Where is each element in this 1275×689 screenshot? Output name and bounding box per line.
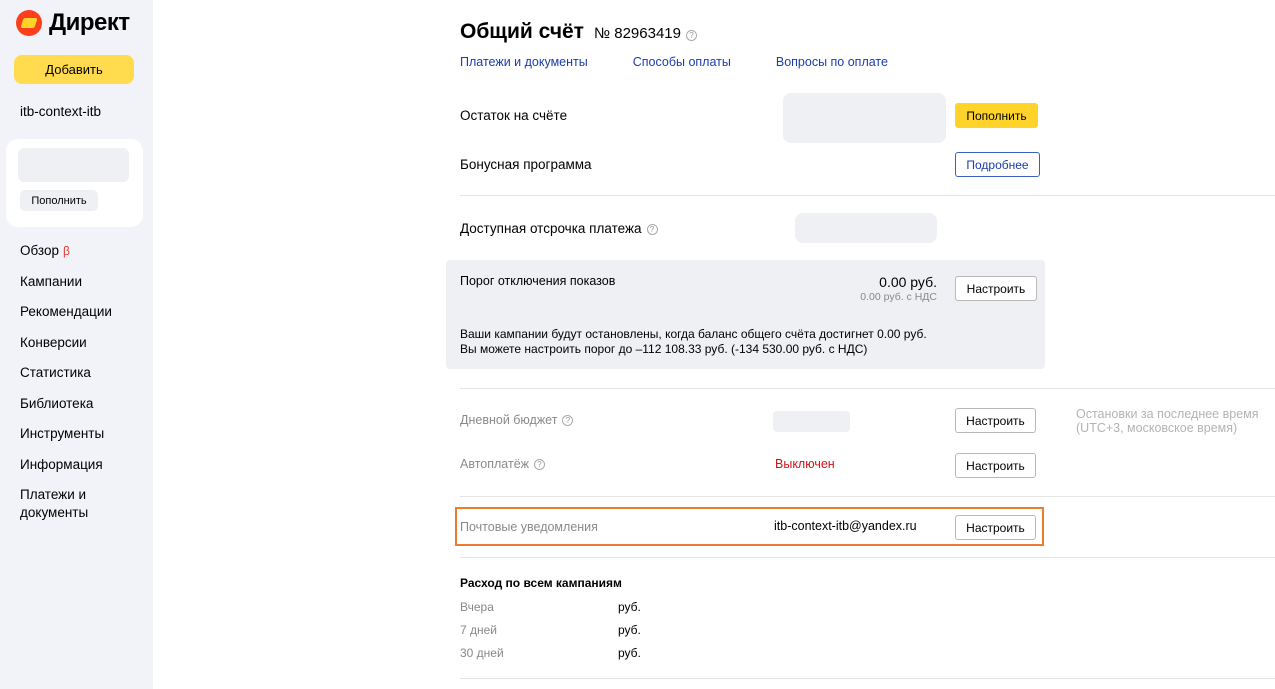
- sidebar-nav: Обзор β Кампании Рекомендации Конверсии С…: [20, 242, 145, 535]
- add-button[interactable]: Добавить: [14, 55, 134, 84]
- sidebar-item-payments[interactable]: Платежи и документы: [20, 486, 145, 522]
- account-number: № 82963419: [593, 25, 681, 42]
- spend-period: Вчера: [460, 600, 494, 614]
- sidebar-item-campaigns[interactable]: Кампании: [20, 273, 145, 291]
- link-payment-methods[interactable]: Способы оплаты: [633, 55, 731, 69]
- sidebar-item-information[interactable]: Информация: [20, 456, 145, 474]
- help-icon[interactable]: ?: [685, 30, 697, 41]
- sidebar-item-overview[interactable]: Обзор β: [20, 242, 145, 260]
- logo-text: Директ: [49, 9, 130, 36]
- account-login: itb-context-itb: [20, 104, 102, 119]
- page-title: Общий счёт: [460, 20, 584, 43]
- spend-period: 30 дней: [460, 646, 504, 660]
- link-payments-documents[interactable]: Платежи и документы: [460, 55, 588, 69]
- email-value: itb-context-itb@yandex.ru: [774, 519, 917, 533]
- daily-budget-label-text: Дневной бюджет: [460, 413, 558, 427]
- more-button[interactable]: Подробнее: [955, 152, 1040, 177]
- sidebar: Директ Добавить itb-context-itb Пополнит…: [0, 0, 153, 689]
- deferral-label-text: Доступная отсрочка платежа: [460, 221, 642, 236]
- threshold-value-vat: 0.00 руб. с НДС: [860, 291, 937, 303]
- title-row: Общий счёт № 82963419 ?: [460, 20, 697, 44]
- divider: [460, 496, 1275, 497]
- sidebar-item-tools[interactable]: Инструменты: [20, 425, 145, 443]
- autopay-label-text: Автоплатёж: [460, 457, 530, 471]
- spend-value: руб.: [618, 623, 641, 637]
- sidebar-item-label: Обзор: [20, 243, 59, 258]
- balance-label: Остаток на счёте: [460, 108, 568, 123]
- threshold-note-line: Ваши кампании будут остановлены, когда б…: [460, 327, 927, 341]
- threshold-label: Порог отключения показов: [460, 274, 616, 288]
- threshold-note-line: Вы можете настроить порог до –112 108.33…: [460, 342, 868, 356]
- daily-budget-label: Дневной бюджет?: [460, 413, 574, 427]
- beta-badge: β: [63, 244, 70, 258]
- direct-logo[interactable]: Директ: [16, 8, 130, 38]
- bonus-label: Бонусная программа: [460, 157, 592, 172]
- email-notifications-label: Почтовые уведомления: [460, 520, 598, 534]
- deferral-blurred: [795, 213, 937, 243]
- balance-card: Пополнить: [6, 139, 143, 227]
- threshold-configure-button[interactable]: Настроить: [955, 276, 1037, 301]
- topup-button[interactable]: Пополнить: [955, 103, 1038, 128]
- spend-value: руб.: [618, 646, 641, 660]
- sidebar-item-statistics[interactable]: Статистика: [20, 364, 145, 382]
- sidebar-item-recommendations[interactable]: Рекомендации: [20, 303, 145, 321]
- divider: [460, 557, 1275, 558]
- stops-hint-line: Остановки за последнее время: [1076, 407, 1259, 421]
- divider: [460, 195, 1275, 196]
- balance-blurred: [18, 148, 129, 182]
- spend-value: руб.: [618, 600, 641, 614]
- autopay-status: Выключен: [775, 457, 835, 471]
- stops-hint-line: (UTC+3, московское время): [1076, 421, 1238, 435]
- spend-period: 7 дней: [460, 623, 498, 637]
- account-links: Платежи и документы Способы оплаты Вопро…: [460, 55, 933, 69]
- daily-budget-configure-button[interactable]: Настроить: [955, 408, 1036, 433]
- sidebar-item-library[interactable]: Библиотека: [20, 395, 145, 413]
- spend-title: Расход по всем кампаниям: [460, 576, 622, 590]
- link-payment-questions[interactable]: Вопросы по оплате: [776, 55, 888, 69]
- threshold-note: Ваши кампании будут остановлены, когда б…: [460, 327, 927, 357]
- help-icon[interactable]: ?: [562, 415, 574, 427]
- help-icon[interactable]: ?: [534, 459, 546, 471]
- divider: [460, 388, 1275, 389]
- threshold-value: 0.00 руб.: [879, 274, 937, 290]
- threshold-panel: Порог отключения показов 0.00 руб. 0.00 …: [446, 260, 1045, 369]
- sidebar-item-conversions[interactable]: Конверсии: [20, 334, 145, 352]
- autopay-label: Автоплатёж?: [460, 457, 546, 471]
- main-content: Общий счёт № 82963419 ? Платежи и докуме…: [446, 0, 1275, 689]
- deferral-label: Доступная отсрочка платежа?: [460, 221, 658, 236]
- email-configure-button[interactable]: Настроить: [955, 515, 1036, 540]
- divider: [460, 678, 1275, 679]
- daily-budget-blurred: [773, 411, 850, 432]
- yandex-logo-icon: [16, 10, 42, 36]
- autopay-configure-button[interactable]: Настроить: [955, 453, 1036, 478]
- stops-hint: Остановки за последнее время (UTC+3, мос…: [1076, 407, 1259, 435]
- sidebar-topup-button[interactable]: Пополнить: [20, 190, 98, 211]
- balance-blurred: [783, 93, 946, 143]
- help-icon[interactable]: ?: [646, 223, 658, 235]
